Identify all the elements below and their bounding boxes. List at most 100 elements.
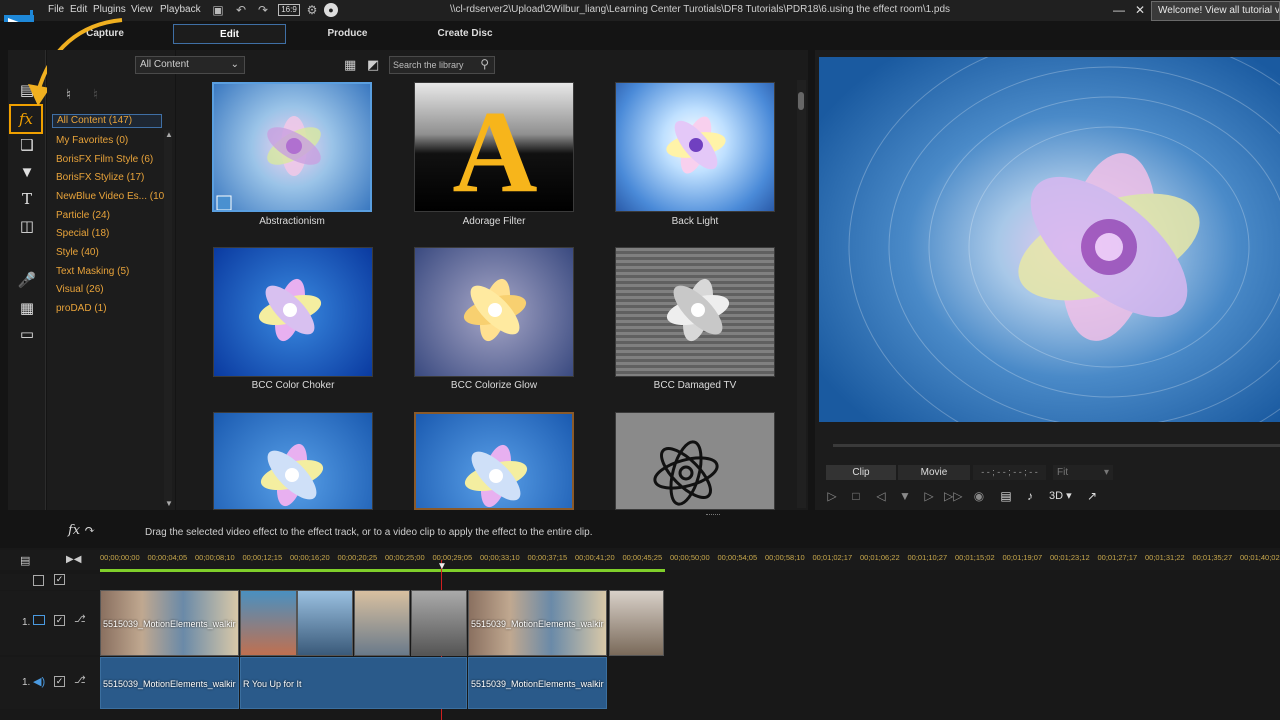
zoom-fit-select[interactable]: Fit ▾ bbox=[1053, 465, 1113, 480]
undo-icon[interactable]: ↶ bbox=[234, 3, 248, 17]
video-clip[interactable] bbox=[240, 590, 297, 656]
add-favorite-icon[interactable]: ♮ bbox=[66, 86, 71, 103]
effect-thumb-abstractionism[interactable] bbox=[212, 82, 372, 212]
preview-seek-bar[interactable] bbox=[833, 444, 1280, 447]
category-item[interactable]: proDAD (1) bbox=[56, 303, 107, 314]
timecode-display[interactable]: - - ; - - ; - - ; - - bbox=[973, 465, 1046, 480]
tab-edit[interactable]: Edit bbox=[173, 24, 286, 44]
particle-room-icon[interactable]: ▼ bbox=[9, 160, 45, 186]
account-icon[interactable]: ● bbox=[324, 3, 338, 17]
scroll-down-icon[interactable]: ▼ bbox=[165, 499, 173, 508]
title-room-icon[interactable]: T bbox=[9, 186, 45, 212]
subtitle-toggle-icon[interactable]: ▤ bbox=[997, 487, 1015, 505]
remove-favorite-icon[interactable]: ♮ bbox=[93, 86, 98, 103]
video-track-lock-icon[interactable]: ⎇ bbox=[74, 614, 86, 625]
audio-clip[interactable]: 5515039_MotionElements_walkir bbox=[100, 657, 239, 709]
minimize-icon[interactable]: — bbox=[1112, 3, 1126, 17]
subtitle-room-icon[interactable]: ▭ bbox=[9, 322, 45, 348]
ruler-tick-label: 00;00;20;25 bbox=[337, 553, 378, 562]
video-clip[interactable]: 5515039_MotionElements_walkir bbox=[468, 590, 607, 656]
aspect-ratio-button[interactable]: 16:9 bbox=[278, 4, 300, 16]
effect-label: Back Light bbox=[671, 216, 719, 227]
video-clip[interactable] bbox=[411, 590, 467, 656]
rendered-range-bar bbox=[100, 569, 665, 572]
category-item[interactable]: Special (18) bbox=[56, 228, 109, 239]
effect-thumb-bcc-colorize-glow[interactable] bbox=[414, 247, 574, 377]
category-item[interactable]: Text Masking (5) bbox=[56, 266, 129, 277]
effect-thumb[interactable] bbox=[615, 412, 775, 510]
video-track-checkbox[interactable]: ✓ bbox=[54, 615, 65, 626]
redo-icon[interactable]: ↷ bbox=[256, 3, 270, 17]
category-item[interactable]: BorisFX Film Style (6) bbox=[56, 154, 153, 165]
category-item[interactable]: BorisFX Stylize (17) bbox=[56, 172, 144, 183]
audio-track-checkbox[interactable]: ✓ bbox=[54, 676, 65, 687]
tab-clip[interactable]: Clip bbox=[826, 465, 896, 480]
mark-in-icon[interactable]: ▼ bbox=[896, 487, 914, 505]
previous-frame-icon[interactable]: ◁ bbox=[872, 487, 890, 505]
category-item[interactable]: Particle (24) bbox=[56, 210, 110, 221]
save-icon[interactable]: ▣ bbox=[211, 3, 225, 17]
grid-view-icon[interactable]: ▦ bbox=[344, 57, 356, 73]
effect-thumb-bcc-damaged-tv[interactable] bbox=[615, 247, 775, 377]
library-scroll-thumb[interactable] bbox=[798, 92, 804, 110]
category-item[interactable]: NewBlue Video Es... (10) bbox=[56, 191, 168, 202]
tab-create-disc[interactable]: Create Disc bbox=[420, 24, 510, 44]
search-input[interactable]: Search the library ⚲ bbox=[389, 56, 495, 74]
stop-icon[interactable]: □ bbox=[847, 487, 865, 505]
video-clip-label: 5515039_MotionElements_walkir bbox=[103, 619, 236, 629]
resize-grip[interactable] bbox=[706, 514, 720, 517]
tab-produce[interactable]: Produce bbox=[305, 24, 390, 44]
content-filter-select[interactable]: All Content ⌄ bbox=[135, 56, 245, 74]
menu-playback[interactable]: Playback bbox=[160, 4, 201, 15]
undock-preview-icon[interactable]: ↗ bbox=[1083, 487, 1101, 505]
video-clip[interactable] bbox=[297, 590, 353, 656]
audio-clip[interactable]: 5515039_MotionElements_walkir bbox=[468, 657, 607, 709]
pip-room-icon[interactable]: ❑ bbox=[9, 133, 45, 159]
effect-thumb-back-light[interactable] bbox=[615, 82, 775, 212]
category-item[interactable]: My Favorites (0) bbox=[56, 135, 128, 146]
audio-track-lock-icon[interactable]: ⎇ bbox=[74, 675, 86, 686]
scroll-up-icon[interactable]: ▲ bbox=[165, 130, 173, 139]
ruler-tick-label: 00;01;10;27 bbox=[907, 553, 948, 562]
video-clip[interactable]: 5515039_MotionElements_walkir bbox=[100, 590, 239, 656]
track-lock-box[interactable] bbox=[33, 575, 44, 586]
next-frame-icon[interactable]: ▷ bbox=[920, 487, 938, 505]
library-scrollbar[interactable] bbox=[797, 80, 806, 508]
playhead-handle-icon[interactable]: ▼ bbox=[437, 561, 447, 572]
menu-view[interactable]: View bbox=[131, 4, 153, 15]
timeline-view-icon[interactable]: ▤ bbox=[20, 554, 30, 567]
category-item[interactable]: Visual (26) bbox=[56, 284, 104, 295]
category-scrollbar[interactable] bbox=[164, 130, 172, 504]
ruler-tick-label: 00;00;04;05 bbox=[147, 553, 188, 562]
3d-mode-button[interactable]: 3D ▾ bbox=[1049, 489, 1072, 502]
settings-gear-icon[interactable]: ⚙ bbox=[305, 3, 319, 17]
ruler-tick-label: 00;01;40;02 bbox=[1240, 553, 1280, 562]
video-clip[interactable] bbox=[354, 590, 410, 656]
zoom-thumbnail-icon[interactable]: ◩ bbox=[367, 57, 379, 73]
snapshot-icon[interactable]: ◉ bbox=[970, 487, 988, 505]
voice-over-icon[interactable]: 🎤 bbox=[9, 268, 45, 294]
category-item[interactable]: Style (40) bbox=[56, 247, 99, 258]
tab-movie[interactable]: Movie bbox=[898, 465, 970, 480]
welcome-banner[interactable]: Welcome! View all tutorial vi bbox=[1151, 1, 1280, 21]
effect-track-checkbox[interactable]: ✓ bbox=[54, 574, 65, 585]
effect-thumb-adorage-filter[interactable]: A bbox=[414, 82, 574, 212]
fast-forward-icon[interactable]: ▷▷ bbox=[944, 487, 962, 505]
effect-thumb[interactable] bbox=[414, 412, 574, 510]
transition-room-icon[interactable]: ◫ bbox=[9, 214, 45, 240]
ruler-tick-label: 00;00;12;15 bbox=[242, 553, 283, 562]
category-all-content[interactable]: All Content (147) bbox=[52, 114, 162, 128]
play-icon[interactable]: ▷ bbox=[823, 487, 841, 505]
volume-icon[interactable]: ♪ bbox=[1021, 487, 1039, 505]
close-icon[interactable]: ✕ bbox=[1133, 3, 1147, 17]
chapter-room-icon[interactable]: ▦ bbox=[9, 296, 45, 322]
fit-timeline-icon[interactable]: ▶◀ bbox=[66, 554, 81, 565]
video-clip[interactable] bbox=[609, 590, 664, 656]
audio-track-icon: ◀) bbox=[33, 676, 46, 688]
audio-clip[interactable]: R You Up for It bbox=[240, 657, 467, 709]
ruler-tick-label: 00;00;58;10 bbox=[765, 553, 805, 562]
svg-text:A: A bbox=[452, 86, 537, 212]
effect-thumb-bcc-color-choker[interactable] bbox=[213, 247, 373, 377]
zoom-fit-value: Fit bbox=[1057, 467, 1069, 478]
effect-thumb[interactable] bbox=[213, 412, 373, 510]
